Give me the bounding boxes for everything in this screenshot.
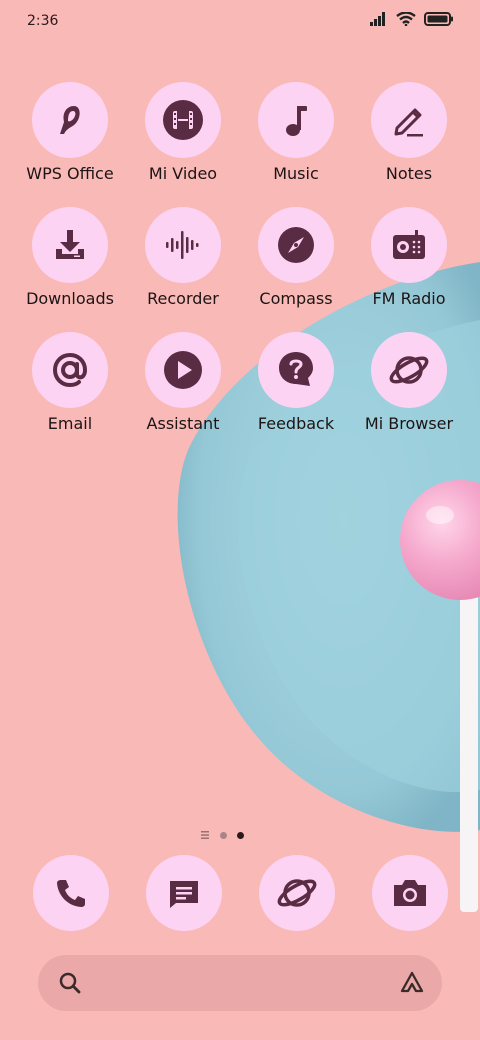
battery-icon bbox=[424, 12, 454, 30]
app-wps-office[interactable]: WPS Office bbox=[14, 82, 126, 183]
phone-icon bbox=[57, 880, 85, 907]
app-mi-browser[interactable]: Mi Browser bbox=[353, 332, 465, 433]
search-bar[interactable] bbox=[38, 955, 442, 1011]
app-recorder[interactable]: Recorder bbox=[127, 207, 239, 308]
music-note-icon bbox=[286, 106, 307, 136]
dock-browser[interactable] bbox=[259, 855, 335, 931]
app-mi-video[interactable]: Mi Video bbox=[127, 82, 239, 183]
status-icons bbox=[370, 11, 454, 30]
planet-icon bbox=[389, 356, 429, 384]
app-downloads[interactable]: Downloads bbox=[14, 207, 126, 308]
page-indicator[interactable] bbox=[200, 830, 244, 840]
app-icon-circle bbox=[258, 82, 334, 158]
app-icon-circle bbox=[32, 82, 108, 158]
app-fm-radio[interactable]: FM Radio bbox=[353, 207, 465, 308]
film-icon bbox=[163, 100, 203, 140]
app-icon-circle bbox=[371, 82, 447, 158]
pencil-icon bbox=[394, 108, 423, 137]
dock-messaging[interactable] bbox=[146, 855, 222, 931]
app-icon-circle bbox=[145, 82, 221, 158]
compass-icon bbox=[278, 227, 314, 263]
app-label: Compass bbox=[259, 289, 333, 308]
camera-icon bbox=[394, 880, 426, 906]
app-label: Mi Video bbox=[148, 164, 218, 183]
app-music[interactable]: Music bbox=[240, 82, 352, 183]
page-dot-active bbox=[237, 831, 244, 839]
status-time: 2:36 bbox=[27, 13, 59, 29]
play-icon bbox=[164, 351, 202, 389]
app-label: Music bbox=[273, 164, 319, 183]
download-icon bbox=[56, 230, 84, 259]
app-icon-circle bbox=[33, 855, 109, 931]
app-assistant[interactable]: Assistant bbox=[127, 332, 239, 433]
app-label: Mi Browser bbox=[364, 414, 454, 433]
wifi-icon bbox=[396, 11, 416, 30]
app-label: Assistant bbox=[146, 414, 220, 433]
search-icon bbox=[58, 971, 82, 999]
app-compass[interactable]: Compass bbox=[240, 207, 352, 308]
app-icon-circle bbox=[146, 855, 222, 931]
wps-office-icon bbox=[60, 106, 80, 134]
app-email[interactable]: Email bbox=[14, 332, 126, 433]
question-bubble-icon bbox=[279, 352, 313, 386]
app-icon-circle bbox=[32, 332, 108, 408]
app-label: Email bbox=[47, 414, 93, 433]
app-icon-circle bbox=[371, 207, 447, 283]
app-icon-circle bbox=[145, 332, 221, 408]
app-feedback[interactable]: Feedback bbox=[240, 332, 352, 433]
app-icon-circle bbox=[258, 207, 334, 283]
app-label: FM Radio bbox=[372, 289, 446, 308]
page-list-icon bbox=[201, 831, 209, 839]
app-label: Notes bbox=[385, 164, 433, 183]
app-icon-circle bbox=[371, 332, 447, 408]
app-label: Recorder bbox=[147, 289, 219, 308]
assistant-icon[interactable] bbox=[398, 969, 426, 1001]
at-sign-icon bbox=[52, 352, 88, 388]
app-icon-circle bbox=[32, 207, 108, 283]
status-bar: 2:36 bbox=[0, 0, 480, 44]
app-notes[interactable]: Notes bbox=[353, 82, 465, 183]
dock-phone[interactable] bbox=[33, 855, 109, 931]
app-icon-circle bbox=[372, 855, 448, 931]
app-icon-circle bbox=[258, 332, 334, 408]
page-dot bbox=[220, 831, 227, 839]
app-label: Downloads bbox=[26, 289, 114, 308]
planet-icon bbox=[277, 879, 317, 907]
signal-icon bbox=[370, 12, 388, 30]
radio-icon bbox=[393, 230, 425, 259]
app-label: WPS Office bbox=[26, 164, 114, 183]
app-icon-circle bbox=[259, 855, 335, 931]
dock-camera[interactable] bbox=[372, 855, 448, 931]
waveform-icon bbox=[166, 231, 199, 259]
app-icon-circle bbox=[145, 207, 221, 283]
message-icon bbox=[170, 881, 198, 908]
app-label: Feedback bbox=[257, 414, 335, 433]
